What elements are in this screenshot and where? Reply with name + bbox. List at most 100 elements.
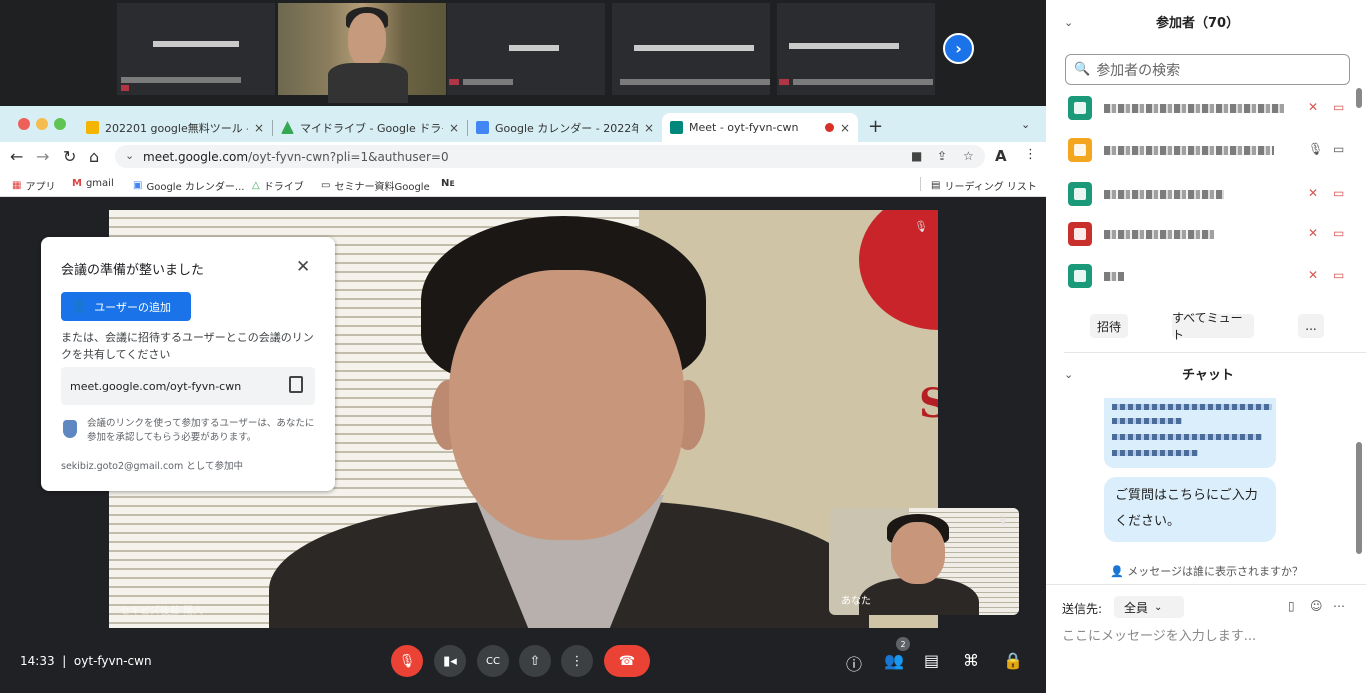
close-tab-icon[interactable]: × <box>254 121 264 135</box>
chat-message: ご質問はこちらにご入力ください。 <box>1104 477 1276 542</box>
participant-tile[interactable] <box>777 3 935 95</box>
participant-row[interactable]: ✕ ▭ <box>1068 94 1348 124</box>
reading-list-icon: ▤ <box>931 180 941 191</box>
address-bar[interactable]: ⌄ meet.google.com/oyt-fyvn-cwn?pli=1&aut… <box>115 145 985 168</box>
emoji-icon[interactable]: ☺ <box>1310 599 1323 613</box>
captions-button[interactable]: CC <box>477 645 509 677</box>
minimize-window-button[interactable] <box>36 118 48 130</box>
shield-icon <box>63 420 77 438</box>
bookmarks-bar: ▦ アプリ Mgmail ▣ Google カレンダー... △ ドライブ ▭ セミナー… <box>0 172 1046 197</box>
calendar-icon: ▣ <box>133 180 143 191</box>
mic-muted-icon: ✕ <box>1308 226 1319 240</box>
bookmark-apps[interactable]: ▦ アプリ <box>12 178 55 193</box>
present-screen-icon: ⇧ <box>529 653 541 669</box>
participant-tile[interactable] <box>447 3 605 95</box>
close-tab-icon[interactable]: × <box>644 121 654 135</box>
ne-icon: Nᴇ <box>441 178 455 189</box>
card-description: または、会議に招待するユーザーとこの会議のリンクを共有してください <box>61 331 314 361</box>
add-person-icon: 👤 <box>71 299 88 314</box>
participant-row[interactable]: ✕ ▭ <box>1068 220 1348 250</box>
participant-row[interactable]: ✕ ▭ <box>1068 262 1348 292</box>
participants-scrollbar[interactable] <box>1356 88 1362 108</box>
reading-list[interactable]: ▤ リーディング リスト <box>931 178 1037 193</box>
host-controls-icon[interactable]: 🔒 <box>1003 651 1023 670</box>
close-tab-icon[interactable]: × <box>449 121 459 135</box>
tab-google-tools[interactable]: 202201 google無料ツール - Goo × <box>78 113 272 142</box>
message-visibility-info[interactable]: 👤 メッセージは誰に表示されますか？ <box>1110 563 1303 579</box>
chat-icon[interactable]: ▤ <box>924 651 939 670</box>
tab-google-calendar[interactable]: Google カレンダー - 2022年 1月 × <box>468 113 662 142</box>
mic-muted-icon: ✕ <box>1308 268 1319 282</box>
bookmark-seminar[interactable]: ▭ セミナー資料Google <box>321 178 430 193</box>
hang-up-icon: ☎ <box>618 653 636 669</box>
copy-icon[interactable] <box>289 376 303 393</box>
tab-search-button[interactable]: ⌄ <box>1021 118 1030 131</box>
participant-search-input[interactable]: 🔍 参加者の検索 <box>1065 54 1350 85</box>
collapse-chat-chevron-icon[interactable]: ⌄ <box>1064 368 1073 381</box>
chat-message-input[interactable]: ここにメッセージを入力します... <box>1062 625 1256 644</box>
more-participant-options-button[interactable]: ... <box>1298 314 1324 338</box>
more-menu-icon[interactable]: ⋮ <box>1024 147 1037 162</box>
bookmark-ne[interactable]: Nᴇ <box>441 178 459 189</box>
meeting-link[interactable]: meet.google.com/oyt-fyvn-cwn <box>61 367 315 405</box>
participant-row[interactable]: ✕ ▭ <box>1068 180 1348 210</box>
add-user-button[interactable]: 👤 ユーザーの追加 <box>61 292 191 321</box>
bookmark-star-icon[interactable]: ☆ <box>963 149 974 163</box>
more-horiz-icon[interactable]: ⋯ <box>1333 599 1345 613</box>
new-tab-button[interactable]: + <box>868 116 883 137</box>
forward-icon[interactable]: → <box>36 147 49 166</box>
bookmark-calendar[interactable]: ▣ Google カレンダー... <box>133 178 244 193</box>
tab-bar: 202201 google無料ツール - Goo × マイドライブ - Goog… <box>0 106 1046 142</box>
participant-tile[interactable] <box>612 3 770 95</box>
chevron-right-icon: › <box>955 39 962 58</box>
more-options-button[interactable]: ⋮ <box>561 645 593 677</box>
avatar <box>1068 138 1092 162</box>
participant-tile[interactable] <box>117 3 275 95</box>
avatar <box>1068 222 1092 246</box>
file-icon[interactable]: ▯ <box>1288 599 1295 613</box>
close-icon[interactable]: ✕ <box>296 257 310 277</box>
mic-icon: 🎙 <box>1308 142 1324 156</box>
participant-row[interactable]: 🎙 ▭ <box>1068 136 1348 166</box>
meet-icon <box>670 121 683 134</box>
tab-meet[interactable]: Meet - oyt-fyvn-cwn × <box>662 113 858 142</box>
self-view[interactable]: 🎙 あなた <box>829 508 1019 615</box>
next-tiles-button[interactable]: › <box>943 33 974 64</box>
mute-all-button[interactable]: すべてミュート <box>1172 311 1254 342</box>
chat-title: チャット <box>1182 368 1234 383</box>
participant-strip: › <box>0 0 1046 106</box>
send-to-select[interactable]: 全員 ⌄ <box>1114 596 1184 618</box>
person-icon: 👤 <box>1110 565 1124 578</box>
share-icon[interactable]: ⇪ <box>937 149 947 163</box>
font-extension-icon[interactable]: A <box>995 147 1007 165</box>
card-title: 会議の準備が整いました <box>61 263 205 278</box>
avatar <box>1068 96 1092 120</box>
present-button[interactable]: ⇧ <box>519 645 551 677</box>
maximize-window-button[interactable] <box>54 118 66 130</box>
info-icon[interactable]: ⓘ <box>846 651 862 675</box>
chat-scrollbar[interactable] <box>1356 442 1362 554</box>
mic-off-icon: 🎙 <box>914 220 928 233</box>
browser-window: 202201 google無料ツール - Goo × マイドライブ - Goog… <box>0 106 1046 197</box>
close-window-button[interactable] <box>18 118 30 130</box>
back-icon[interactable]: ← <box>10 147 23 166</box>
video-off-icon: ▭ <box>1333 186 1345 200</box>
bookmark-drive[interactable]: △ ドライブ <box>252 178 304 193</box>
reload-icon[interactable]: ↻ <box>63 147 76 166</box>
speaker-image <box>269 210 869 628</box>
camera-toggle-button[interactable]: ▮◂ <box>434 645 466 677</box>
mic-toggle-button[interactable]: 🎙 <box>391 645 423 677</box>
close-tab-icon[interactable]: × <box>840 121 850 135</box>
site-info-icon[interactable]: ⌄ <box>125 149 134 162</box>
leave-call-button[interactable]: ☎ <box>604 645 650 677</box>
home-icon[interactable]: ⌂ <box>89 147 99 166</box>
activities-icon[interactable]: ⌘ <box>963 651 979 670</box>
bookmark-gmail[interactable]: Mgmail <box>72 178 114 189</box>
tab-google-drive[interactable]: マイドライブ - Google ドライブ × <box>273 113 467 142</box>
collapse-chevron-icon[interactable]: ⌄ <box>1064 16 1073 29</box>
participant-tile-video[interactable] <box>278 3 446 103</box>
video-camera-icon: ▮◂ <box>443 653 457 669</box>
camera-icon[interactable]: ■ <box>911 149 922 163</box>
invite-button[interactable]: 招待 <box>1090 314 1128 338</box>
people-icon[interactable]: 👥 <box>884 651 904 670</box>
